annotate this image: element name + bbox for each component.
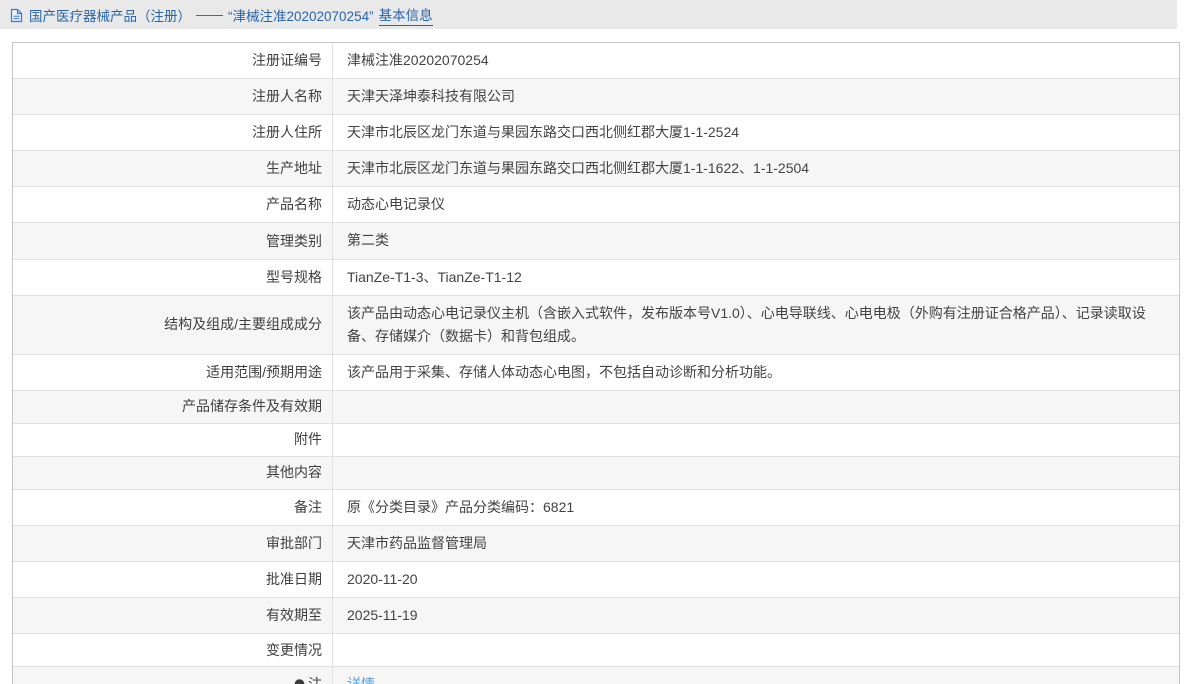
row-value: 原《分类目录》产品分类编码：6821 xyxy=(333,490,1179,525)
table-row: 产品名称 动态心电记录仪 xyxy=(13,186,1179,222)
table-row: 结构及组成/主要组成成分 该产品由动态心电记录仪主机（含嵌入式软件，发布版本号V1… xyxy=(13,295,1179,354)
registration-info-table: 注册证编号津械注准20202070254注册人名称天津天泽坤泰科技有限公司注册人… xyxy=(12,42,1180,684)
row-label: 型号规格 xyxy=(13,260,333,295)
row-label: 变更情况 xyxy=(13,634,333,666)
row-value: 2025-11-19 xyxy=(333,598,1179,633)
row-label-text: 备注 xyxy=(294,497,322,518)
row-value-text: 原《分类目录》产品分类编码：6821 xyxy=(347,496,574,519)
breadcrumb-cert-number: “津械注准20202070254” xyxy=(228,5,374,25)
row-label: 其他内容 xyxy=(13,457,333,489)
row-label-text: 结构及组成/主要组成成分 xyxy=(164,314,322,335)
table-row: 审批部门 天津市药品监督管理局 xyxy=(13,525,1179,561)
row-value-text: 2020-11-20 xyxy=(347,568,418,591)
row-value: 天津市药品监督管理局 xyxy=(333,526,1179,561)
row-value xyxy=(333,457,1179,489)
row-value: 2020-11-20 xyxy=(333,562,1179,597)
row-label-text: 注 xyxy=(308,674,322,684)
row-label: 有效期至 xyxy=(13,598,333,633)
row-value: 天津市北辰区龙门东道与果园东路交口西北侧红郡大厦1-1-1622、1-1-250… xyxy=(333,151,1179,186)
document-icon xyxy=(10,8,23,23)
row-label: 注册证编号 xyxy=(13,43,333,78)
row-label-text: 型号规格 xyxy=(266,267,322,288)
row-value: 天津市北辰区龙门东道与果园东路交口西北侧红郡大厦1-1-2524 xyxy=(333,115,1179,150)
row-label-text: 适用范围/预期用途 xyxy=(206,362,322,383)
row-value: 动态心电记录仪 xyxy=(333,187,1179,222)
row-label-text: 注册人名称 xyxy=(252,86,322,107)
note-balloon-icon xyxy=(294,679,305,684)
row-value-text: 动态心电记录仪 xyxy=(347,193,445,216)
row-value-text: 津械注准20202070254 xyxy=(347,49,489,72)
detail-link[interactable]: 详情 xyxy=(347,673,375,684)
row-value: 该产品由动态心电记录仪主机（含嵌入式软件，发布版本号V1.0）、心电导联线、心电… xyxy=(333,296,1179,354)
row-value xyxy=(333,391,1179,423)
table-row: 生产地址 天津市北辰区龙门东道与果园东路交口西北侧红郡大厦1-1-1622、1-1… xyxy=(13,150,1179,186)
row-value-text: 2025-11-19 xyxy=(347,604,418,627)
row-label: 审批部门 xyxy=(13,526,333,561)
row-label: 备注 xyxy=(13,490,333,525)
row-label-text: 管理类别 xyxy=(266,231,322,252)
table-row: 变更情况 xyxy=(13,633,1179,666)
table-row: 其他内容 xyxy=(13,456,1179,489)
row-label-text: 产品储存条件及有效期 xyxy=(182,396,322,417)
row-value: 天津天泽坤泰科技有限公司 xyxy=(333,79,1179,114)
table-row: 批准日期 2020-11-20 xyxy=(13,561,1179,597)
table-row: 有效期至 2025-11-19 xyxy=(13,597,1179,633)
row-label: 注册人住所 xyxy=(13,115,333,150)
row-value-text: 天津市北辰区龙门东道与果园东路交口西北侧红郡大厦1-1-2524 xyxy=(347,121,739,144)
row-label-text: 注册证编号 xyxy=(252,50,322,71)
table-row: 产品储存条件及有效期 xyxy=(13,390,1179,423)
breadcrumb-dash: —— xyxy=(196,7,223,22)
row-value-text: 天津天泽坤泰科技有限公司 xyxy=(347,85,515,108)
row-label-text: 附件 xyxy=(294,429,322,450)
row-value: 津械注准20202070254 xyxy=(333,43,1179,78)
table-row: 注册人住所 天津市北辰区龙门东道与果园东路交口西北侧红郡大厦1-1-2524 xyxy=(13,114,1179,150)
row-label: 批准日期 xyxy=(13,562,333,597)
row-label: 结构及组成/主要组成成分 xyxy=(13,296,333,354)
table-row: 适用范围/预期用途 该产品用于采集、存储人体动态心电图，不包括自动诊断和分析功能。 xyxy=(13,354,1179,390)
row-value xyxy=(333,634,1179,666)
table-row: 附件 xyxy=(13,423,1179,456)
row-label: 附件 xyxy=(13,424,333,456)
row-label-text: 变更情况 xyxy=(266,640,322,661)
row-label-text: 其他内容 xyxy=(266,462,322,483)
row-label-text: 注册人住所 xyxy=(252,122,322,143)
row-label-text: 产品名称 xyxy=(266,194,322,215)
row-value-text: 天津市北辰区龙门东道与果园东路交口西北侧红郡大厦1-1-1622、1-1-250… xyxy=(347,157,809,180)
breadcrumb-category: 国产医疗器械产品（注册） xyxy=(29,5,191,25)
breadcrumb-bar: 国产医疗器械产品（注册） —— “津械注准20202070254” 基本信息 xyxy=(0,0,1177,29)
row-label-text: 审批部门 xyxy=(266,533,322,554)
row-label: 适用范围/预期用途 xyxy=(13,355,333,390)
row-label-text: 有效期至 xyxy=(266,605,322,626)
row-value: 第二类 xyxy=(333,223,1179,258)
row-label: 注册人名称 xyxy=(13,79,333,114)
page-title: 基本信息 xyxy=(379,4,433,26)
row-label-text: 生产地址 xyxy=(266,158,322,179)
row-label: 注 xyxy=(13,667,333,684)
row-value-text: 天津市药品监督管理局 xyxy=(347,532,487,555)
table-row: 备注 原《分类目录》产品分类编码：6821 xyxy=(13,489,1179,525)
row-label: 管理类别 xyxy=(13,223,333,258)
table-row: 注册人名称 天津天泽坤泰科技有限公司 xyxy=(13,78,1179,114)
row-label: 产品名称 xyxy=(13,187,333,222)
row-value xyxy=(333,424,1179,456)
table-row: 注 详情 xyxy=(13,666,1179,684)
row-value: 该产品用于采集、存储人体动态心电图，不包括自动诊断和分析功能。 xyxy=(333,355,1179,390)
table-row: 注册证编号 津械注准20202070254 xyxy=(13,43,1179,78)
row-label-text: 批准日期 xyxy=(266,569,322,590)
row-value: TianZe-T1-3、TianZe-T1-12 xyxy=(333,260,1179,295)
row-value-text: TianZe-T1-3、TianZe-T1-12 xyxy=(347,266,522,289)
row-value-text: 第二类 xyxy=(347,229,389,252)
table-row: 型号规格 TianZe-T1-3、TianZe-T1-12 xyxy=(13,259,1179,295)
table-row: 管理类别 第二类 xyxy=(13,222,1179,258)
row-label: 生产地址 xyxy=(13,151,333,186)
row-value-text: 该产品用于采集、存储人体动态心电图，不包括自动诊断和分析功能。 xyxy=(347,361,781,384)
row-label: 产品储存条件及有效期 xyxy=(13,391,333,423)
row-value-text: 该产品由动态心电记录仪主机（含嵌入式软件，发布版本号V1.0）、心电导联线、心电… xyxy=(347,302,1165,348)
row-value: 详情 xyxy=(333,667,1179,684)
